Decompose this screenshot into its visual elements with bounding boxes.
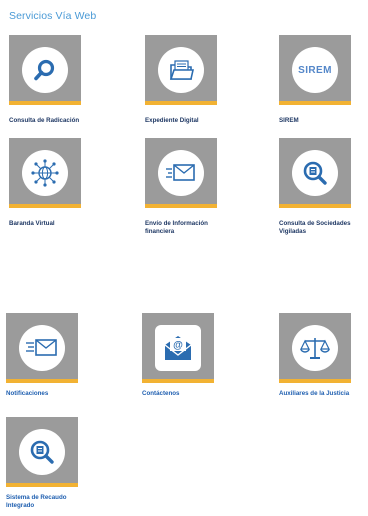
tile-auxiliares-justicia[interactable]: Auxiliares de la Justicia: [279, 313, 359, 398]
icon-circle: SIREM: [292, 47, 338, 93]
tile-label[interactable]: Expediente Digital: [145, 117, 225, 125]
tile-icon-box[interactable]: [9, 138, 81, 208]
tile-sirem[interactable]: SIREM SIREM: [279, 35, 359, 125]
tile-label[interactable]: Sistema de Recaudo Integrado: [6, 494, 86, 510]
icon-circle: [22, 150, 68, 196]
sirem-text-icon: SIREM: [298, 64, 332, 76]
tile-contactenos[interactable]: @ Contáctenos: [142, 313, 222, 398]
svg-text:@: @: [173, 340, 183, 351]
company-search-icon: [303, 161, 327, 185]
accent-bar: [145, 101, 217, 105]
tile-label[interactable]: Consulta de Radicación: [9, 117, 89, 125]
accent-bar: [142, 379, 214, 383]
icon-circle: [19, 325, 65, 371]
money-search-icon: [30, 440, 54, 464]
tile-sistema-recaudo[interactable]: Sistema de Recaudo Integrado: [6, 417, 86, 510]
accent-bar: [9, 101, 81, 105]
tile-icon-box[interactable]: [279, 313, 351, 383]
icon-circle: [158, 150, 204, 196]
accent-bar: [6, 379, 78, 383]
accent-bar: [279, 379, 351, 383]
tile-label[interactable]: Envío de Información financiera: [145, 220, 225, 236]
icon-circle: @: [155, 325, 201, 371]
tile-icon-box[interactable]: [279, 138, 351, 208]
accent-bar: [279, 101, 351, 105]
section-title: Servicios Vía Web: [9, 10, 97, 22]
tile-label[interactable]: Auxiliares de la Justicia: [279, 390, 359, 398]
icon-circle: [19, 429, 65, 475]
folder-icon: [169, 60, 194, 80]
tile-label[interactable]: SIREM: [279, 117, 359, 125]
tile-icon-box[interactable]: [9, 35, 81, 105]
tile-consulta-sociedades[interactable]: Consulta de Sociedades Vigiladas: [279, 138, 359, 236]
tile-icon-box[interactable]: [6, 313, 78, 383]
icon-circle: [292, 325, 338, 371]
accent-bar: [6, 483, 78, 487]
scales-icon: [300, 338, 330, 359]
envelope-icon: [166, 164, 195, 181]
email-at-icon: @: [164, 336, 192, 360]
globe-network-icon: [31, 159, 59, 187]
tile-icon-box[interactable]: @: [142, 313, 214, 383]
tile-icon-box[interactable]: [145, 35, 217, 105]
icon-circle: [22, 47, 68, 93]
tile-consulta-radicacion[interactable]: Consulta de Radicación: [9, 35, 89, 125]
tile-icon-box[interactable]: [6, 417, 78, 487]
tile-label[interactable]: Baranda Virtual: [9, 220, 89, 228]
tile-label[interactable]: Notificaciones: [6, 390, 86, 398]
accent-bar: [145, 204, 217, 208]
tile-icon-box[interactable]: SIREM: [279, 35, 351, 105]
tile-icon-box[interactable]: [145, 138, 217, 208]
accent-bar: [9, 204, 81, 208]
icon-circle: [158, 47, 204, 93]
icon-circle: [292, 150, 338, 196]
search-icon: [34, 59, 55, 81]
tile-label[interactable]: Contáctenos: [142, 390, 222, 398]
tile-label[interactable]: Consulta de Sociedades Vigiladas: [279, 220, 359, 236]
fast-envelope-icon: [26, 339, 57, 356]
tile-expediente-digital[interactable]: Expediente Digital: [145, 35, 225, 125]
tile-envio-informacion[interactable]: Envío de Información financiera: [145, 138, 225, 236]
tile-baranda-virtual[interactable]: Baranda Virtual: [9, 138, 89, 228]
tile-notificaciones[interactable]: Notificaciones: [6, 313, 86, 398]
accent-bar: [279, 204, 351, 208]
